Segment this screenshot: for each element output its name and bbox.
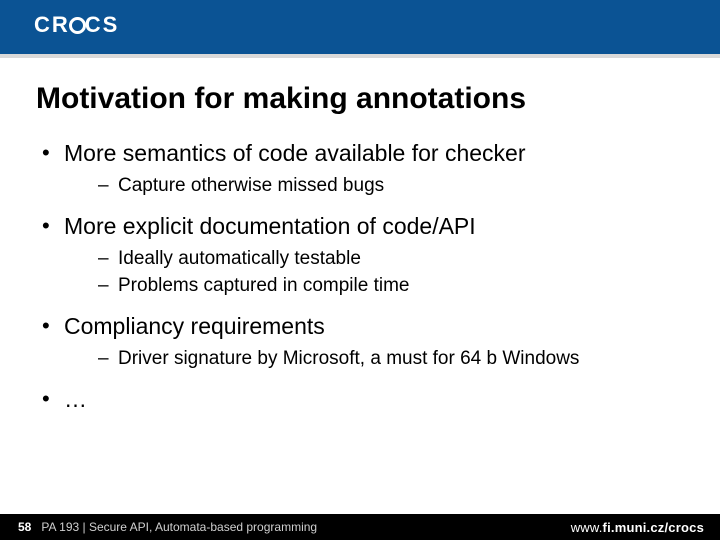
bullet-text: More explicit documentation of code/API (64, 213, 476, 239)
list-item: Ideally automatically testable (64, 246, 684, 272)
logo-text-prefix: CR (34, 12, 70, 37)
list-item: Problems captured in compile time (64, 273, 684, 299)
content-area: Motivation for making annotations More s… (0, 54, 720, 415)
list-item: More semantics of code available for che… (36, 138, 684, 199)
sub-list: Capture otherwise missed bugs (64, 173, 684, 199)
list-item: Driver signature by Microsoft, a must fo… (64, 346, 684, 372)
list-item: Compliancy requirements Driver signature… (36, 311, 684, 372)
sub-bullet-text: Driver signature by Microsoft, a must fo… (118, 348, 579, 369)
sub-bullet-text: Capture otherwise missed bugs (118, 175, 384, 196)
bullet-list: More semantics of code available for che… (36, 138, 684, 415)
url-prefix: www. (571, 520, 603, 535)
list-item: … (36, 384, 684, 415)
bullet-text: … (64, 386, 87, 412)
sub-bullet-text: Problems captured in compile time (118, 275, 409, 296)
footer-url: www.fi.muni.cz/crocs (571, 520, 720, 535)
bullet-text: More semantics of code available for che… (64, 140, 526, 166)
bullet-text: Compliancy requirements (64, 313, 325, 339)
page-number: 58 (0, 520, 41, 534)
url-main: fi.muni.cz/crocs (603, 520, 704, 535)
sub-list: Ideally automatically testable Problems … (64, 246, 684, 299)
logo-text-suffix: CS (85, 12, 120, 37)
slide-title: Motivation for making annotations (36, 82, 684, 116)
course-label: PA 193 | Secure API, Automata-based prog… (41, 520, 317, 534)
footer-bar: 58 PA 193 | Secure API, Automata-based p… (0, 514, 720, 540)
crocs-logo: CR CS (34, 12, 119, 38)
list-item: Capture otherwise missed bugs (64, 173, 684, 199)
slide: CR CS Motivation for making annotations M… (0, 0, 720, 540)
list-item: More explicit documentation of code/API … (36, 211, 684, 299)
logo-ring-icon (69, 17, 86, 34)
header-band: CR CS (0, 0, 720, 54)
sub-list: Driver signature by Microsoft, a must fo… (64, 346, 684, 372)
sub-bullet-text: Ideally automatically testable (118, 248, 361, 269)
